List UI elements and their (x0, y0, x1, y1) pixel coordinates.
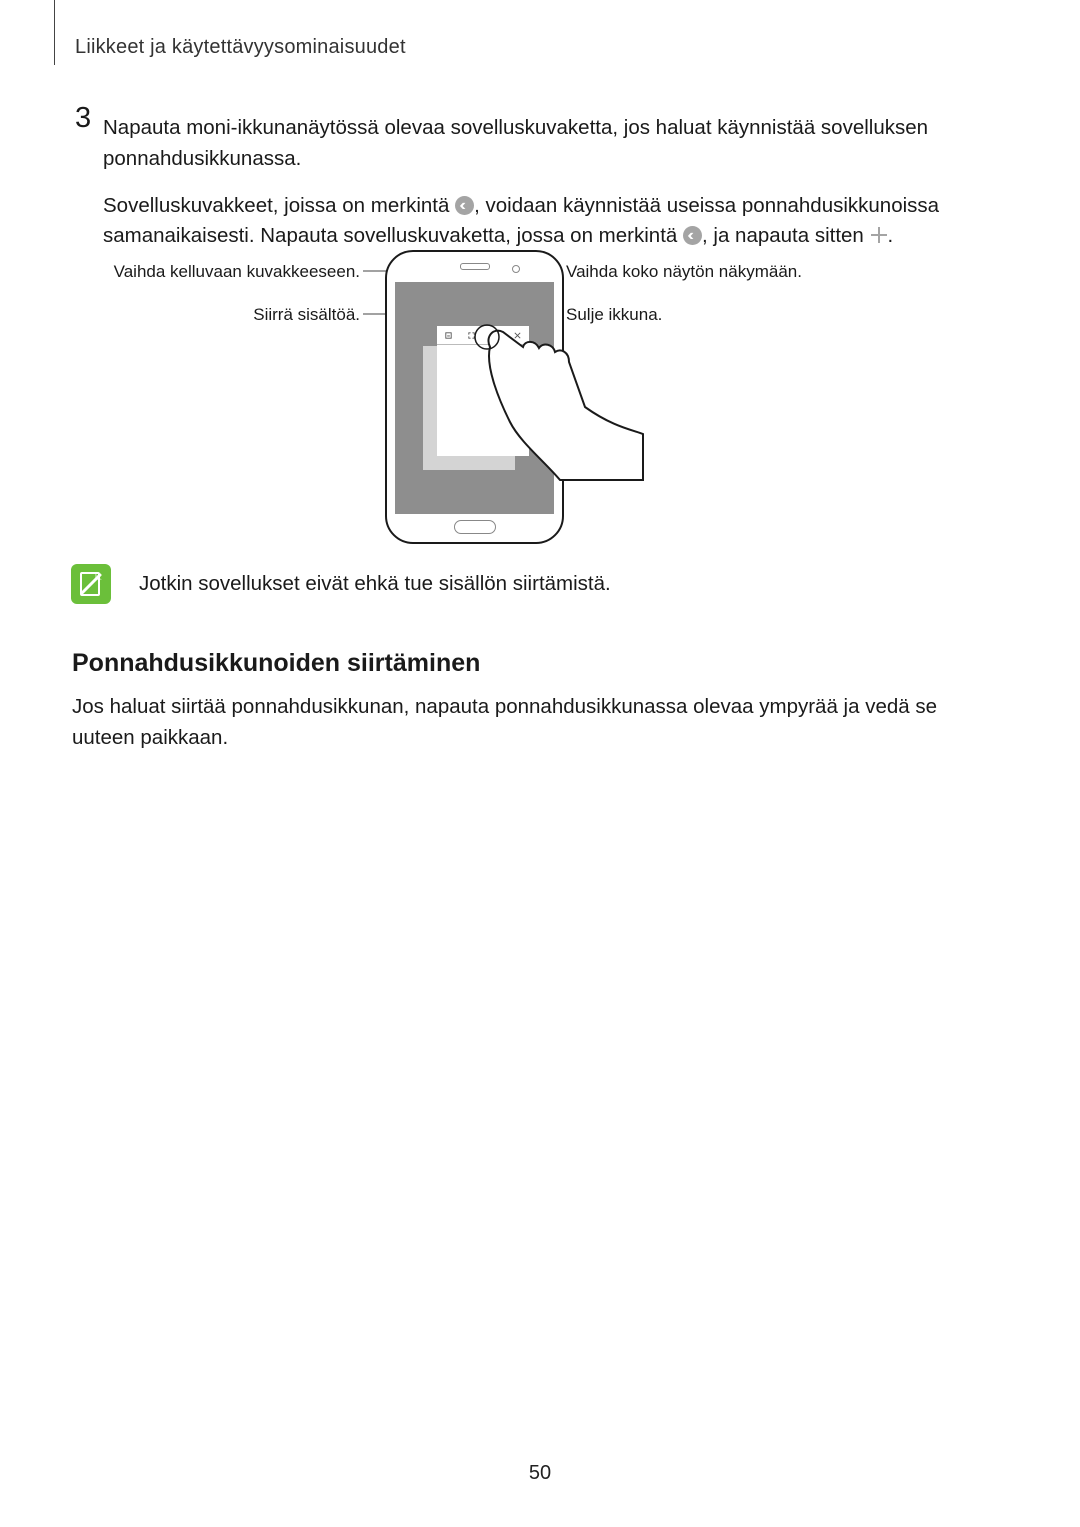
minimize-icon (444, 331, 453, 340)
para2-a: Sovelluskuvakkeet, joissa on merkintä (103, 194, 455, 217)
phone-diagram: Vaihda kelluvaan kuvakkeeseen. Siirrä si… (0, 240, 1080, 560)
note-icon (71, 564, 111, 604)
phone-earpiece (460, 263, 490, 270)
page-left-rule (54, 0, 55, 65)
page-number: 50 (0, 1462, 1080, 1485)
note-text: Jotkin sovellukset eivät ehkä tue sisäll… (139, 572, 611, 596)
section-paragraph: Jos haluat siirtää ponnahdusikkunan, nap… (72, 692, 1005, 754)
hand-pointer-icon (465, 312, 645, 482)
page-header: Liikkeet ja käytettävyysominaisuudet (75, 36, 406, 59)
step-number: 3 (75, 102, 91, 135)
phone-camera (512, 265, 520, 273)
paragraph-1: Napauta moni-ikkunanäytössä olevaa sovel… (103, 113, 1005, 175)
note-row: Jotkin sovellukset eivät ehkä tue sisäll… (71, 564, 1005, 604)
chevron-circle-icon (455, 196, 474, 215)
phone-home-button (454, 520, 496, 534)
section-heading: Ponnahdusikkunoiden siirtäminen (72, 649, 480, 678)
